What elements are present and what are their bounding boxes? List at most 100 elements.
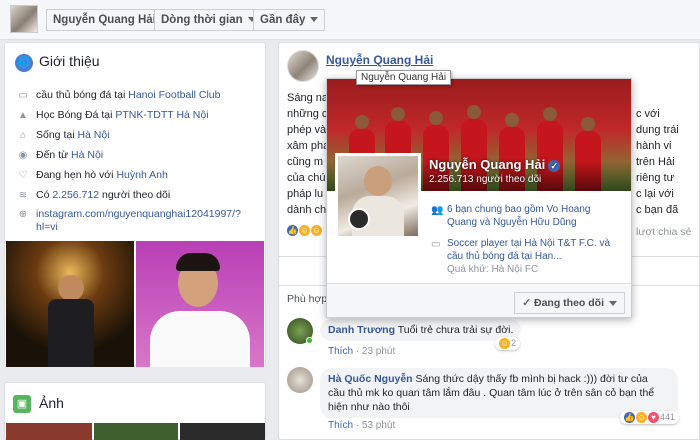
intro-item-work: ▭ cầu thủ bóng đá tại Hanoi Football Club [16, 89, 220, 101]
comment-text: hiện như nào thôi [328, 401, 410, 413]
suit [48, 299, 94, 367]
location-pin-icon: ◉ [18, 150, 28, 161]
haha-reaction-icon: ☺ [499, 338, 510, 350]
comment-meta: Thích · 53 phút [328, 420, 396, 431]
post-text-right: c với dụng trái hành vi trên Hải riêng t… [636, 106, 679, 218]
post-line: trên Hải [636, 156, 675, 168]
post-reactions[interactable]: 👍 ☺ ☺ [287, 224, 323, 236]
following-label: Đang theo dõi [534, 297, 604, 309]
profile-name-button[interactable]: Nguyễn Quang Hải [46, 9, 163, 31]
briefcase-icon: ▭ [431, 239, 441, 250]
partner-link[interactable]: Huỳnh Anh [116, 169, 167, 181]
post-author-avatar[interactable] [287, 50, 319, 82]
online-status-dot [306, 337, 313, 344]
lives-link[interactable]: Hà Nội [77, 129, 109, 141]
hovercard-name[interactable]: Nguyễn Quang Hải ✓ [429, 157, 561, 172]
post-line: phép và [287, 124, 327, 136]
shares-count[interactable]: lượt chia sẻ [636, 226, 691, 238]
football [348, 208, 370, 230]
comment-bubble: Danh Trương Tuổi trẻ chưa trải sự đời. [320, 319, 522, 341]
like-reaction-icon: 👍 [624, 412, 635, 424]
intro-text: Đang hẹn hò với [36, 169, 117, 181]
post-line: riêng tư [636, 172, 674, 184]
comment-text: cầu thủ mk ko quan tâm lắm đâu . Quan tâ… [328, 387, 655, 399]
profile-hovercard: Nguyễn Quang Hải ✓ 2.256.713 người theo d… [326, 78, 632, 318]
hovercard-name-text: Nguyễn Quang Hải [429, 157, 546, 172]
post-line: dụng trái [636, 124, 679, 136]
intro-text: người theo dõi [99, 189, 171, 201]
love-reaction-icon: ♥ [648, 412, 659, 424]
photo-thumb[interactable] [180, 423, 265, 440]
verified-badge-icon: ✓ [548, 159, 561, 172]
friends-icon: 👥 [431, 205, 444, 216]
profile-thumbnail[interactable] [10, 5, 38, 33]
rss-icon: ≋ [18, 190, 28, 201]
post-line: của chú [287, 172, 326, 184]
comment-reaction-count[interactable]: 👍 ☺ ♥ 441 [620, 411, 680, 425]
past-text: Quá khứ: Hà Nội FC [447, 264, 539, 275]
hometown-link[interactable]: Hà Nội [71, 149, 103, 161]
mutual-friends-text[interactable]: 6 bạn chung bao gồm Vo Hoang Quang và Ng… [447, 203, 621, 229]
comment-sort-label[interactable]: Phù hợp [287, 293, 327, 305]
photo-thumb[interactable] [94, 423, 178, 440]
post-line: pháp lu [287, 188, 324, 200]
comment-author-link[interactable]: Hà Quốc Nguyễn [328, 373, 413, 385]
globe-icon: ⊕ [18, 209, 28, 220]
hovercard-past: Quá khứ: Hà Nội FC [431, 263, 621, 276]
post-line: hành vi [636, 140, 672, 152]
post-line: dành ch [287, 204, 327, 216]
hovercard-followers: 2.256.713 người theo dõi [429, 174, 542, 185]
intro-item-website: ⊕ instagram.com/nguyenquanghai12041997/? h… [16, 208, 241, 234]
followers-link[interactable]: 2.256.712 [52, 189, 99, 201]
comment-time[interactable]: 23 phút [362, 346, 395, 357]
instagram-link-tail[interactable]: hl=vi [36, 221, 58, 233]
white-shirt [150, 311, 250, 367]
intro-text: Đến từ [36, 149, 72, 161]
graduation-cap-icon: ▲ [18, 110, 28, 121]
briefcase-icon: ▭ [18, 90, 28, 101]
work-text[interactable]: Soccer player tại Hà Nội T&T F.C. và cầu… [447, 237, 621, 263]
school-link[interactable]: PTNK-TDTT Hà Nội [115, 109, 208, 121]
following-button[interactable]: ✓ Đang theo dõi [514, 292, 625, 314]
post-line: c bạn đã [636, 204, 679, 216]
timeline-dropdown[interactable]: Dòng thời gian [154, 9, 263, 31]
post-author-link[interactable]: Nguyễn Quang Hải [326, 53, 433, 67]
post-text-left: Sáng na những c phép và xâm pha cũng m c… [287, 90, 329, 218]
intro-photo-portrait[interactable] [136, 241, 264, 367]
like-comment-link[interactable]: Thích [328, 420, 353, 431]
photo-thumb[interactable] [6, 423, 92, 440]
post-line: xâm pha [287, 140, 330, 152]
haha-reaction-icon: ☺ [299, 224, 310, 236]
profile-nav-bar: Nguyễn Quang Hải Dòng thời gian Gần đây [0, 0, 700, 40]
photos-title: Ảnh [39, 395, 64, 411]
post-line: c với [636, 108, 660, 120]
intro-item-lives: ⌂ Sống tại Hà Nội [16, 129, 110, 141]
comment-author-link[interactable]: Danh Trương [328, 324, 395, 336]
haha-reaction-icon: ☺ [636, 412, 647, 424]
like-comment-link[interactable]: Thích [328, 346, 353, 357]
hovercard-avatar[interactable] [335, 153, 421, 239]
commenter-avatar[interactable] [287, 367, 313, 393]
globe-icon: 🌐 [15, 54, 33, 72]
work-link[interactable]: Hanoi Football Club [128, 89, 220, 101]
comment-time[interactable]: 53 phút [362, 420, 395, 431]
comment-reaction-count[interactable]: ☺ 2 [495, 337, 521, 351]
wow-reaction-icon: ☺ [311, 224, 322, 236]
person-hair [176, 253, 220, 271]
check-icon: ✓ [522, 297, 534, 309]
comment-meta: Thích · 23 phút [328, 346, 396, 357]
hovercard-footer: ✓ Đang theo dõi [327, 283, 631, 317]
recent-dropdown[interactable]: Gần đây [253, 9, 326, 31]
reaction-count: 2 [511, 338, 517, 348]
post-line: c lại với [636, 188, 674, 200]
intro-item-relationship: ♡ Đang hẹn hò với Huỳnh Anh [16, 169, 168, 181]
photos-card: ▣ Ảnh [4, 382, 266, 440]
comment-text: Tuổi trẻ chưa trải sự đời. [397, 324, 514, 336]
like-reaction-icon: 👍 [287, 224, 298, 236]
comment-text: Sáng thức dậy thấy fb mình bị hack :))) … [415, 373, 648, 385]
intro-photo-award[interactable] [6, 241, 134, 367]
instagram-link[interactable]: instagram.com/nguyenquanghai12041997/? [36, 208, 241, 220]
intro-item-followers: ≋ Có 2.256.712 người theo dõi [16, 189, 170, 201]
intro-card: 🌐 Giới thiệu ▭ cầu thủ bóng đá tại Hanoi … [4, 42, 266, 367]
intro-item-education: ▲ Học Bóng Đá tại PTNK-TDTT Hà Nội [16, 109, 209, 121]
